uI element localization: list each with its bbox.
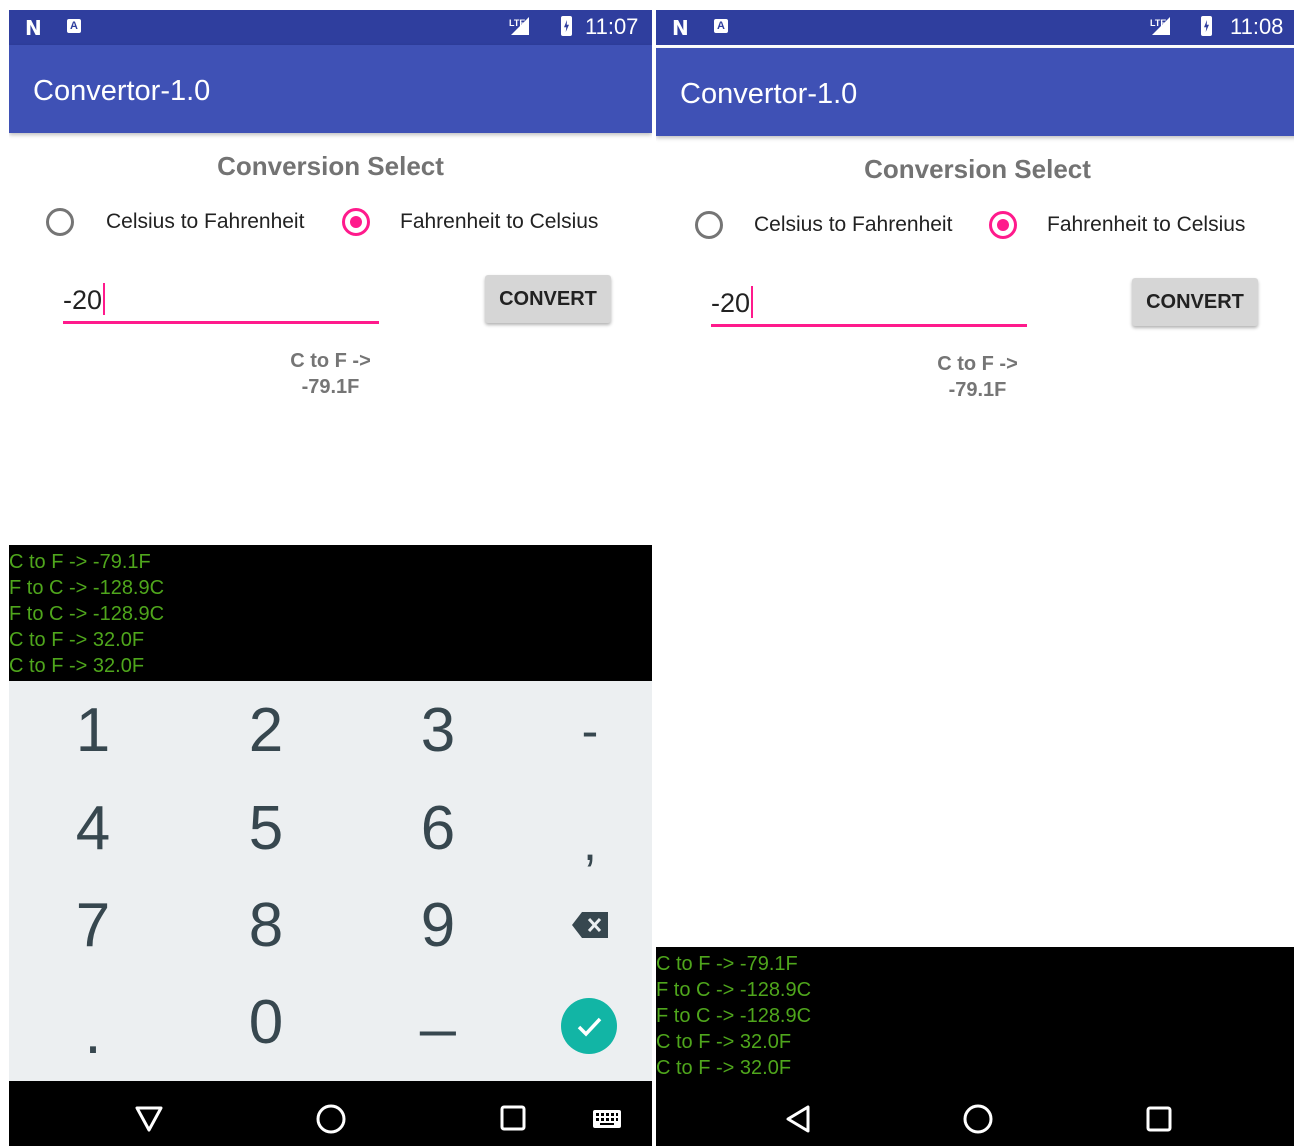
radio-label-celsius-to-fahrenheit[interactable]: Celsius to Fahrenheit bbox=[754, 213, 952, 237]
log-entry: F to C -> -128.9C bbox=[656, 979, 812, 1001]
log-entry: C to F -> 32.0F bbox=[656, 1057, 792, 1079]
n-notification-icon: N bbox=[672, 16, 689, 40]
radio-label-fahrenheit-to-celsius[interactable]: Fahrenheit to Celsius bbox=[1047, 213, 1245, 237]
app-title: Convertor-1.0 bbox=[33, 75, 211, 107]
log-entry: C to F -> 32.0F bbox=[9, 655, 145, 677]
log-entry: F to C -> -128.9C bbox=[9, 577, 165, 599]
n-notification-icon: N bbox=[25, 16, 42, 40]
conversion-log: C to F -> -79.1F F to C -> -128.9C F to … bbox=[9, 545, 652, 681]
signal-icon bbox=[511, 17, 529, 35]
key-1[interactable]: 1 bbox=[13, 681, 173, 781]
keyboard-icon[interactable] bbox=[591, 1081, 623, 1146]
radio-fahrenheit-to-celsius[interactable] bbox=[342, 208, 370, 236]
back-icon[interactable] bbox=[133, 1081, 165, 1146]
temperature-input[interactable]: -20 bbox=[63, 283, 379, 324]
log-entry: C to F -> 32.0F bbox=[9, 629, 145, 651]
status-bar: N A LTE 11:07 bbox=[9, 10, 652, 45]
result-line-1: C to F -> bbox=[290, 350, 371, 372]
result-line-1: C to F -> bbox=[937, 353, 1018, 375]
radio-celsius-to-fahrenheit[interactable] bbox=[695, 211, 723, 239]
key-decimal[interactable]: . bbox=[13, 973, 173, 1073]
log-entry: C to F -> 32.0F bbox=[656, 1031, 792, 1053]
status-bar: N A LTE 11:08 bbox=[656, 10, 1294, 45]
radio-celsius-to-fahrenheit[interactable] bbox=[46, 208, 74, 236]
a-notification-icon: A bbox=[67, 19, 81, 33]
text-cursor bbox=[751, 286, 754, 318]
phone-screen-keyboard-open: N A LTE 11:07 Convertor-1.0 Conversion S… bbox=[9, 0, 652, 1146]
key-comma[interactable]: , bbox=[510, 793, 652, 893]
conversion-select-heading: Conversion Select bbox=[864, 154, 1091, 184]
key-8[interactable]: 8 bbox=[186, 876, 346, 976]
result-line-2: -79.1F bbox=[948, 379, 1007, 401]
radio-fahrenheit-to-celsius[interactable] bbox=[989, 211, 1017, 239]
navigation-bar bbox=[9, 1081, 652, 1146]
key-3[interactable]: 3 bbox=[358, 681, 518, 781]
battery-charging-icon bbox=[561, 16, 572, 36]
signal-icon bbox=[1152, 17, 1170, 35]
radio-label-fahrenheit-to-celsius[interactable]: Fahrenheit to Celsius bbox=[400, 210, 598, 234]
log-entry: F to C -> -128.9C bbox=[9, 603, 165, 625]
convert-button[interactable]: CONVERT bbox=[1132, 278, 1258, 326]
app-bar: Convertor-1.0 bbox=[9, 45, 652, 133]
status-time: 11:08 bbox=[1230, 14, 1284, 39]
status-time: 11:07 bbox=[585, 14, 639, 39]
temperature-input[interactable]: -20 bbox=[711, 286, 1027, 327]
done-button[interactable] bbox=[561, 998, 617, 1054]
numeric-keyboard: 1 2 3 - 4 5 6 , 7 8 9 . 0 _ bbox=[9, 681, 652, 1081]
phone-screen-keyboard-closed: N A LTE 11:08 Convertor-1.0 Conversion S… bbox=[656, 0, 1294, 1146]
radio-label-celsius-to-fahrenheit[interactable]: Celsius to Fahrenheit bbox=[106, 210, 304, 234]
temperature-input-value: -20 bbox=[63, 285, 103, 315]
convert-button[interactable]: CONVERT bbox=[485, 275, 611, 323]
app-title: Convertor-1.0 bbox=[680, 78, 858, 110]
key-2[interactable]: 2 bbox=[186, 681, 346, 781]
recents-icon[interactable] bbox=[1145, 1081, 1173, 1146]
back-icon[interactable] bbox=[784, 1081, 812, 1146]
text-cursor bbox=[103, 283, 106, 315]
log-entry: F to C -> -128.9C bbox=[656, 1005, 812, 1027]
conversion-log: C to F -> -79.1F F to C -> -128.9C F to … bbox=[656, 947, 1294, 1081]
conversion-select-heading: Conversion Select bbox=[217, 151, 444, 181]
a-notification-icon: A bbox=[714, 19, 728, 33]
recents-icon[interactable] bbox=[499, 1081, 527, 1146]
key-7[interactable]: 7 bbox=[13, 876, 173, 976]
temperature-input-value: -20 bbox=[711, 288, 751, 318]
app-bar: Convertor-1.0 bbox=[656, 48, 1294, 136]
log-entry: C to F -> -79.1F bbox=[9, 551, 151, 573]
battery-charging-icon bbox=[1201, 16, 1212, 36]
key-0[interactable]: 0 bbox=[186, 973, 346, 1073]
backspace-icon[interactable] bbox=[572, 912, 608, 938]
log-entry: C to F -> -79.1F bbox=[656, 953, 798, 975]
key-6[interactable]: 6 bbox=[358, 779, 518, 879]
home-icon[interactable] bbox=[961, 1081, 995, 1146]
key-underscore[interactable]: _ bbox=[358, 953, 518, 1053]
key-5[interactable]: 5 bbox=[186, 779, 346, 879]
navigation-bar bbox=[656, 1081, 1294, 1146]
key-4[interactable]: 4 bbox=[13, 779, 173, 879]
check-icon bbox=[577, 1017, 602, 1037]
result-line-2: -79.1F bbox=[301, 376, 360, 398]
home-icon[interactable] bbox=[314, 1081, 348, 1146]
key-minus[interactable]: - bbox=[510, 681, 652, 781]
